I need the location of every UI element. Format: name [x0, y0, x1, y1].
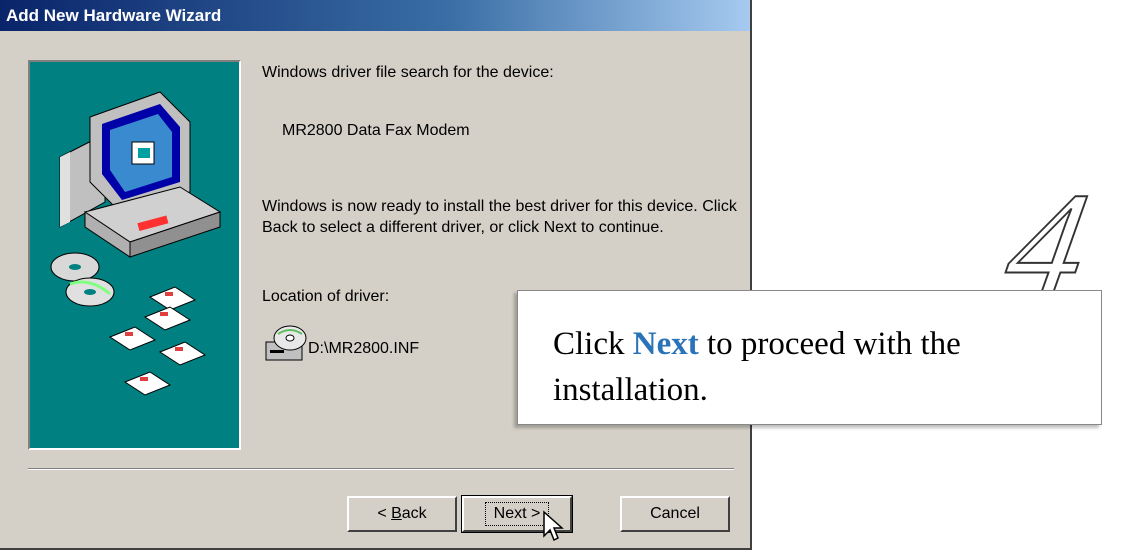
back-button[interactable]: < Back [347, 496, 457, 532]
back-hotkey: B [391, 505, 402, 522]
cd-drive-icon [262, 320, 308, 371]
button-divider [28, 468, 734, 470]
instruction-callout: Click Next to proceed with the installat… [517, 290, 1102, 425]
mouse-cursor-icon [542, 510, 566, 549]
window-title: Add New Hardware Wizard [0, 0, 750, 31]
computer-disks-illustration [50, 91, 222, 396]
cancel-button[interactable]: Cancel [620, 496, 730, 532]
device-name: MR2800 Data Fax Modem [282, 122, 470, 139]
back-rest: ack [401, 505, 427, 522]
back-prefix: < [377, 505, 392, 522]
callout-text: Click Next to proceed with the installat… [553, 321, 1093, 413]
callout-prefix: Click [553, 326, 625, 362]
callout-highlight: Next [632, 326, 699, 362]
location-label: Location of driver: [262, 288, 390, 305]
driver-path: D:\MR2800.INF [308, 340, 420, 357]
wizard-window: Add New Hardware Wizard Windows driver f… [0, 0, 752, 550]
next-label: Next > [484, 502, 550, 526]
cancel-label: Cancel [650, 505, 700, 522]
ready-message: Windows is now ready to install the best… [262, 198, 737, 236]
search-heading: Windows driver file search for the devic… [262, 64, 554, 81]
wizard-illustration [28, 60, 241, 450]
